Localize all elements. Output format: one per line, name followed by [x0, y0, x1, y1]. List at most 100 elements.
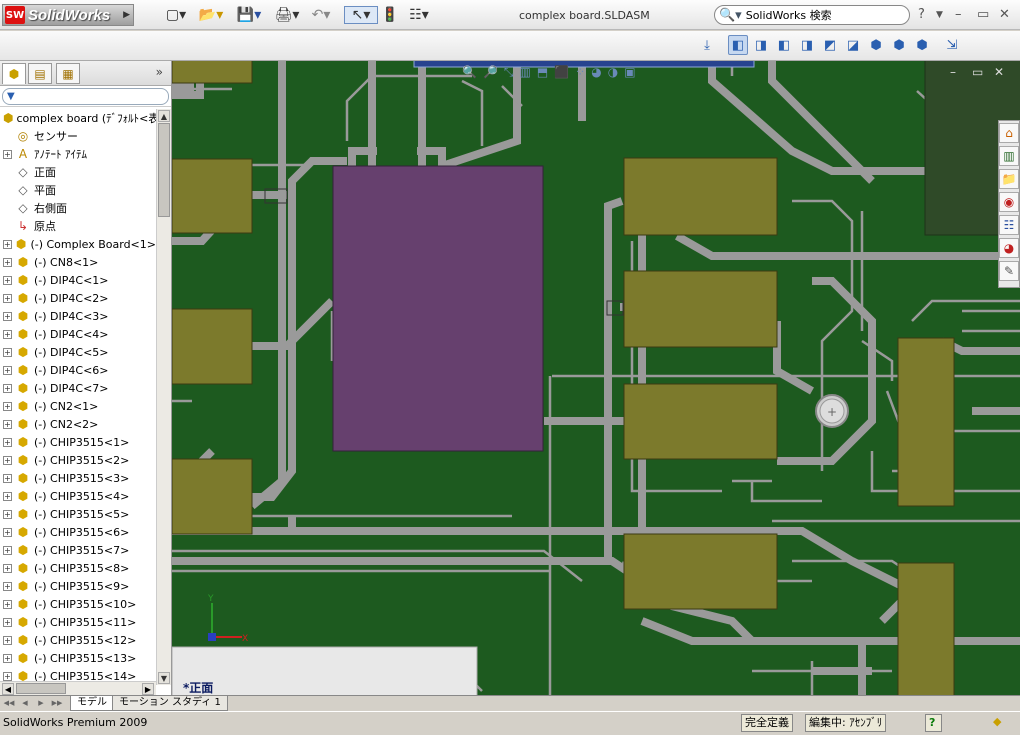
- bottom-view-icon[interactable]: ◪: [843, 35, 863, 55]
- restore-button[interactable]: ▭: [977, 7, 989, 22]
- standard-views-icon[interactable]: ⤓: [697, 35, 717, 55]
- view-orientation-icon[interactable]: ⬒: [537, 65, 548, 83]
- tree-item[interactable]: + ⬢ (-) CHIP3515<4>: [0, 487, 156, 505]
- expand-icon[interactable]: +: [3, 509, 12, 519]
- first-tab-icon[interactable]: ◀◀: [2, 697, 16, 710]
- component-pad[interactable]: [172, 61, 253, 84]
- expand-icon[interactable]: +: [3, 563, 12, 573]
- zoom-to-area-icon[interactable]: 🔎: [483, 65, 498, 83]
- expand-icon[interactable]: +: [3, 239, 12, 249]
- print-icon[interactable]: 🖨▾: [272, 6, 302, 24]
- isometric-view-icon[interactable]: ⬢: [866, 35, 886, 55]
- expand-icon[interactable]: +: [3, 491, 12, 501]
- tree-item[interactable]: + ⬢ (-) CHIP3515<6>: [0, 523, 156, 541]
- select-arrow-icon[interactable]: ↖▾: [344, 6, 378, 24]
- appearances-icon[interactable]: ◕: [999, 238, 1019, 258]
- expand-icon[interactable]: +: [3, 419, 12, 429]
- next-tab-icon[interactable]: ▶: [34, 697, 48, 710]
- expand-icon[interactable]: +: [3, 383, 12, 393]
- expand-icon[interactable]: +: [3, 635, 12, 645]
- expand-icon[interactable]: +: [3, 473, 12, 483]
- normal-to-icon[interactable]: ⇲: [942, 35, 962, 55]
- feature-tree-tab-icon[interactable]: ⬢: [2, 63, 26, 84]
- tree-item[interactable]: + ⬢ (-) CHIP3515<11>: [0, 613, 156, 631]
- expand-icon[interactable]: +: [3, 149, 12, 159]
- tab-model[interactable]: モデル: [70, 696, 114, 711]
- doc-restore-button[interactable]: ▭: [972, 65, 983, 79]
- expand-icon[interactable]: +: [3, 437, 12, 447]
- configuration-manager-tab-icon[interactable]: ▦: [56, 63, 80, 84]
- tree-item[interactable]: + ⬢ (-) CHIP3515<2>: [0, 451, 156, 469]
- tree-horizontal-scrollbar[interactable]: ◀ ▶: [0, 681, 156, 695]
- pcb-board-canvas[interactable]: + Y X: [172, 61, 1020, 695]
- tree-item[interactable]: + ⬢ (-) CHIP3515<1>: [0, 433, 156, 451]
- tree-item[interactable]: ◇ 正面: [0, 163, 156, 181]
- tree-item[interactable]: + ⬢ (-) DIP4C<7>: [0, 379, 156, 397]
- component-pad[interactable]: [172, 308, 253, 385]
- edit-appearance-icon[interactable]: ◕: [591, 65, 601, 83]
- save-icon[interactable]: 💾▾: [234, 6, 264, 24]
- tree-item[interactable]: + ⬢ (-) CHIP3515<10>: [0, 595, 156, 613]
- left-view-icon[interactable]: ◧: [774, 35, 794, 55]
- tree-item[interactable]: ◎ センサー: [0, 127, 156, 145]
- tree-vertical-scrollbar[interactable]: ▲ ▼: [156, 109, 171, 685]
- section-view-icon[interactable]: ▥: [520, 65, 531, 83]
- minimize-button[interactable]: –: [955, 7, 962, 22]
- help-dropdown-icon[interactable]: ▼: [936, 10, 943, 20]
- help-status-button[interactable]: ?: [925, 714, 942, 732]
- tree-item[interactable]: + ⬢ (-) CN2<1>: [0, 397, 156, 415]
- back-view-icon[interactable]: ◨: [751, 35, 771, 55]
- tree-item[interactable]: + ⬢ (-) DIP4C<1>: [0, 271, 156, 289]
- tree-item[interactable]: + ⬢ (-) CN8<1>: [0, 253, 156, 271]
- expand-icon[interactable]: +: [3, 293, 12, 303]
- tab-motion-study[interactable]: モーション スタディ 1: [112, 696, 228, 711]
- expand-icon[interactable]: +: [3, 653, 12, 663]
- close-button[interactable]: ✕: [999, 7, 1010, 22]
- expand-icon[interactable]: +: [3, 275, 12, 285]
- component-pad[interactable]: [897, 562, 955, 695]
- file-explorer-icon[interactable]: ◉: [999, 192, 1019, 212]
- top-view-icon[interactable]: ◩: [820, 35, 840, 55]
- expand-icon[interactable]: +: [3, 455, 12, 465]
- options-checklist-icon[interactable]: ☷▾: [404, 6, 434, 24]
- tag-icon[interactable]: ◆: [990, 714, 1010, 732]
- tree-item[interactable]: ◇ 平面: [0, 181, 156, 199]
- right-view-icon[interactable]: ◨: [797, 35, 817, 55]
- component-pad[interactable]: [623, 270, 778, 348]
- expand-icon[interactable]: +: [3, 671, 12, 681]
- expand-icon[interactable]: +: [3, 599, 12, 609]
- tree-item[interactable]: + ⬢ (-) CHIP3515<9>: [0, 577, 156, 595]
- search-input[interactable]: 🔍▾ SolidWorks 検索: [714, 5, 910, 25]
- component-pad[interactable]: [623, 383, 778, 460]
- expand-icon[interactable]: +: [3, 365, 12, 375]
- expand-icon[interactable]: +: [3, 527, 12, 537]
- open-folder-icon[interactable]: 📂▾: [198, 6, 224, 24]
- zoom-to-fit-icon[interactable]: 🔍: [462, 65, 477, 83]
- hide-show-items-icon[interactable]: ⁘: [575, 65, 585, 83]
- last-tab-icon[interactable]: ▶▶: [50, 697, 64, 710]
- doc-close-button[interactable]: ✕: [994, 65, 1004, 79]
- design-library-icon[interactable]: 📁: [999, 169, 1019, 189]
- view-palette-icon[interactable]: ☷: [999, 215, 1019, 235]
- tree-item[interactable]: + ⬢ (-) DIP4C<2>: [0, 289, 156, 307]
- tree-item[interactable]: ◇ 右側面: [0, 199, 156, 217]
- scroll-left-icon[interactable]: ◀: [2, 683, 14, 695]
- previous-view-icon[interactable]: ⤡: [504, 65, 514, 83]
- expand-icon[interactable]: +: [3, 617, 12, 627]
- component-pad[interactable]: [172, 458, 253, 535]
- expand-icon[interactable]: +: [3, 545, 12, 555]
- new-document-icon[interactable]: ▢▾: [164, 6, 188, 24]
- tree-item[interactable]: + ⬢ (-) DIP4C<3>: [0, 307, 156, 325]
- expand-icon[interactable]: +: [3, 401, 12, 411]
- tree-item[interactable]: + A ｱﾉﾃｰﾄ ｱｲﾃﾑ: [0, 145, 156, 163]
- horizontal-scroll-thumb[interactable]: [16, 683, 66, 694]
- help-button[interactable]: ?: [918, 7, 925, 22]
- front-view-icon[interactable]: ◧: [728, 35, 748, 55]
- scroll-thumb[interactable]: [158, 123, 170, 217]
- tree-item[interactable]: + ⬢ (-) Complex Board<1>: [0, 235, 156, 253]
- expand-icon[interactable]: +: [3, 329, 12, 339]
- expand-icon[interactable]: +: [3, 581, 12, 591]
- expand-icon[interactable]: +: [3, 311, 12, 321]
- component-pad[interactable]: [897, 337, 955, 507]
- tree-item[interactable]: + ⬢ (-) DIP4C<5>: [0, 343, 156, 361]
